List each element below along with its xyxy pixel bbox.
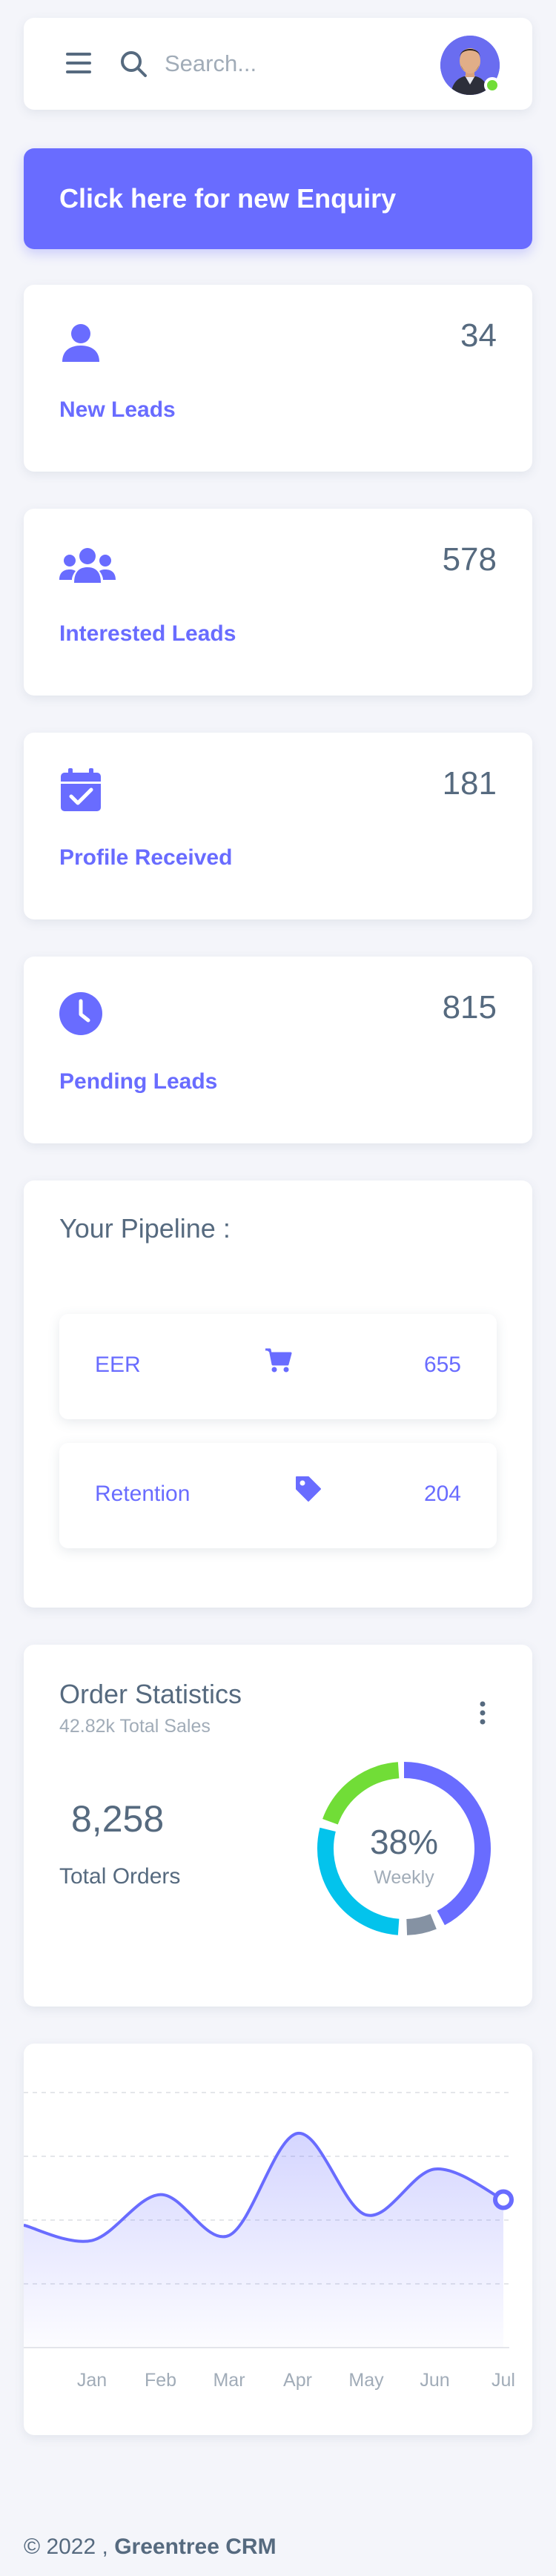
- calendar-check-icon: [61, 768, 101, 811]
- tag-icon: [296, 1476, 321, 1502]
- order-donut-chart: 38% Weekly: [317, 1762, 491, 1935]
- users-group-icon: [59, 548, 116, 583]
- stat-card-interested-leads[interactable]: 578 Interested Leads: [24, 509, 532, 696]
- x-tick-label: Feb: [145, 2370, 176, 2391]
- donut-segment-success: [322, 1762, 400, 1825]
- top-navbar: [24, 18, 532, 110]
- donut-percent: 38%: [370, 1823, 438, 1861]
- stat-value: 578: [442, 541, 497, 578]
- chart-point: [493, 2189, 514, 2210]
- stat-label: New Leads: [59, 397, 176, 422]
- donut-segment-secondary: [406, 1913, 437, 1935]
- search-input[interactable]: [165, 46, 409, 82]
- sales-area-chart-card: Jan Feb Mar Apr May Jun Jul: [24, 2044, 532, 2435]
- stat-card-profile-received[interactable]: 181 Profile Received: [24, 733, 532, 919]
- chart-x-ticks: Jan Feb Mar Apr May Jun Jul: [77, 2370, 515, 2391]
- chart-points: [493, 2189, 514, 2210]
- cart-icon: [265, 1348, 292, 1373]
- pipeline-row-eer[interactable]: EER 655: [59, 1314, 497, 1419]
- footer-brand: Greentree CRM: [114, 2534, 277, 2559]
- pipeline-row-value: 655: [423, 1353, 461, 1377]
- menu-icon[interactable]: [64, 53, 93, 75]
- stat-value: 815: [442, 989, 497, 1026]
- search-icon[interactable]: [119, 49, 148, 79]
- x-tick-label: Jan: [77, 2370, 107, 2391]
- pipeline-row-name: EER: [95, 1353, 141, 1377]
- sales-area-chart: Jan Feb Mar Apr May Jun Jul: [24, 2092, 515, 2391]
- stat-label: Pending Leads: [59, 1069, 218, 1094]
- x-tick-label: Jul: [492, 2370, 515, 2391]
- x-tick-label: May: [348, 2370, 384, 2391]
- order-statistics-title: Order Statistics: [59, 1679, 242, 1709]
- pipeline-row-name: Retention: [95, 1482, 191, 1506]
- user-icon: [62, 324, 99, 362]
- footer-copyright: © 2022 ,: [24, 2534, 115, 2559]
- pipeline-row-value: 204: [423, 1482, 461, 1506]
- stat-value: 34: [460, 317, 497, 354]
- stat-value: 181: [442, 765, 497, 802]
- x-tick-label: Jun: [420, 2370, 449, 2391]
- more-options-icon[interactable]: [471, 1698, 494, 1728]
- donut-label: Weekly: [374, 1867, 434, 1888]
- clock-icon: [59, 992, 102, 1035]
- order-statistics-card: Order Statistics 42.82k Total Sales 8,25…: [24, 1645, 532, 2007]
- footer: © 2022 , Greentree CRM: [24, 2534, 277, 2560]
- order-statistics-subtitle: 42.82k Total Sales: [59, 1716, 211, 1737]
- total-orders-label: Total Orders: [59, 1864, 181, 1889]
- x-tick-label: Apr: [283, 2370, 312, 2391]
- pipeline-row-retention[interactable]: Retention 204: [59, 1443, 497, 1548]
- total-orders-value: 8,258: [71, 1798, 165, 1840]
- new-enquiry-button[interactable]: Click here for new Enquiry: [24, 148, 532, 249]
- stat-label: Profile Received: [59, 845, 233, 870]
- stat-label: Interested Leads: [59, 621, 236, 646]
- online-status-dot: [484, 77, 500, 93]
- stat-card-pending-leads[interactable]: 815 Pending Leads: [24, 957, 532, 1143]
- pipeline-title: Your Pipeline :: [59, 1213, 231, 1244]
- stat-card-new-leads[interactable]: 34 New Leads: [24, 285, 532, 472]
- x-tick-label: Mar: [213, 2370, 245, 2391]
- pipeline-card: Your Pipeline : EER 655 Retention 204: [24, 1180, 532, 1608]
